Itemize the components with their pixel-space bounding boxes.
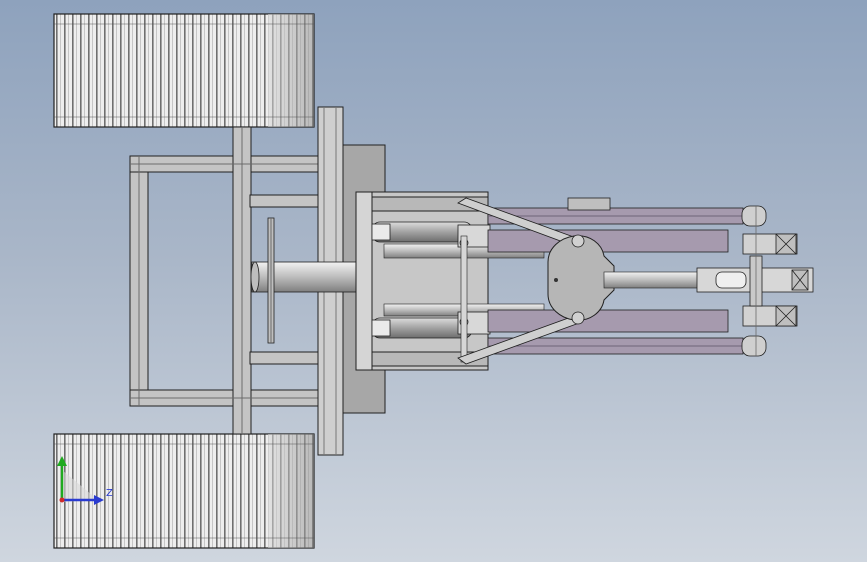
center-rod — [603, 271, 705, 289]
sensor-block — [567, 197, 611, 211]
linkage-arm-lower — [487, 309, 744, 355]
cad-viewport: Z — [53, 13, 814, 549]
left-track-top — [53, 13, 315, 128]
left-track-bottom — [53, 433, 315, 549]
disc — [267, 217, 275, 344]
linkage-arm-upper — [487, 207, 744, 253]
axis-label-z: Z — [106, 488, 113, 499]
tie-rod — [460, 235, 468, 363]
cylinder-mount — [355, 191, 489, 371]
